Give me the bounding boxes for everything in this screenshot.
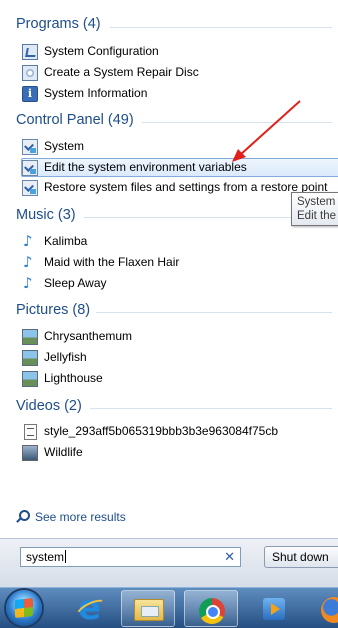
chrome-icon — [199, 598, 225, 624]
search-value: system — [26, 550, 65, 564]
music-file-icon — [22, 232, 38, 250]
result-item-restore-system-files[interactable]: Restore system files and settings from a… — [22, 178, 327, 197]
result-label: System — [44, 139, 85, 153]
search-input[interactable]: system — [26, 550, 67, 564]
video-file-icon — [22, 444, 38, 461]
firefox-icon — [321, 597, 338, 623]
control-panel-icon — [22, 159, 38, 176]
result-label: Jellyfish — [44, 350, 87, 364]
result-item-kalimba[interactable]: Kalimba — [22, 232, 87, 251]
result-label: Kalimba — [44, 234, 88, 248]
see-more-label: See more results — [35, 510, 126, 524]
system-information-icon — [22, 85, 38, 102]
result-item-sleep-away[interactable]: Sleep Away — [22, 274, 107, 293]
system-configuration-icon — [22, 43, 38, 60]
control-panel-icon — [22, 138, 38, 155]
picture-file-icon — [22, 370, 38, 387]
tooltip: System Edit the — [291, 192, 338, 226]
taskbar — [0, 587, 338, 628]
taskbar-windows-explorer[interactable] — [121, 590, 175, 627]
result-item-chrysanthemum[interactable]: Chrysanthemum — [22, 327, 132, 346]
taskbar-chrome[interactable] — [184, 590, 238, 627]
start-orb-icon[interactable] — [6, 590, 42, 626]
result-label: Create a System Repair Disc — [44, 65, 199, 79]
group-divider — [96, 312, 332, 313]
text-caret — [65, 550, 67, 563]
folder-icon — [134, 599, 164, 621]
taskbar-media-player[interactable] — [247, 590, 301, 627]
start-menu-bottom-bar: system ✕ Shut down — [0, 538, 338, 588]
group-divider — [90, 408, 332, 409]
see-more-results-link[interactable]: See more results — [15, 510, 126, 524]
result-label: style_293aff5b065319bbb3b3e963084f75cb — [44, 424, 278, 438]
result-item-create-system-repair-disc[interactable]: Create a System Repair Disc — [22, 63, 199, 82]
result-item-wildlife[interactable]: Wildlife — [22, 443, 83, 462]
music-file-icon — [22, 253, 38, 271]
result-label: System Information — [44, 86, 148, 100]
clear-search-icon[interactable]: ✕ — [224, 549, 235, 565]
result-label: Maid with the Flaxen Hair — [44, 255, 180, 269]
result-item-style-video[interactable]: style_293aff5b065319bbb3b3e963084f75cb — [22, 422, 278, 441]
result-item-system-configuration[interactable]: System Configuration — [22, 42, 159, 61]
group-divider — [110, 27, 332, 28]
result-label: Wildlife — [44, 445, 83, 459]
result-label: System Configuration — [44, 44, 159, 58]
result-item-lighthouse[interactable]: Lighthouse — [22, 369, 103, 388]
video-file-icon — [24, 423, 37, 440]
group-title-videos[interactable]: Videos (2) — [16, 398, 82, 414]
taskbar-internet-explorer[interactable] — [62, 588, 116, 628]
result-label: Restore system files and settings from a… — [44, 180, 328, 194]
result-item-maid-with-the-flaxen-hair[interactable]: Maid with the Flaxen Hair — [22, 253, 179, 272]
result-label: Sleep Away — [44, 276, 107, 290]
start-menu-search-results: Programs (4) System Configuration Create… — [0, 0, 338, 538]
media-player-icon — [263, 598, 285, 620]
result-label: Lighthouse — [44, 371, 103, 385]
start-search-box[interactable]: system ✕ — [20, 547, 241, 567]
control-panel-icon — [22, 179, 38, 196]
search-icon — [15, 510, 30, 524]
group-divider — [142, 122, 332, 123]
result-item-system[interactable]: System — [22, 137, 84, 156]
group-title-music[interactable]: Music (3) — [16, 207, 76, 223]
tooltip-line-1: System — [297, 196, 336, 208]
result-item-system-information[interactable]: System Information — [22, 84, 147, 103]
result-item-edit-environment-variables[interactable]: Edit the system environment variables — [21, 158, 338, 177]
group-title-pictures[interactable]: Pictures (8) — [16, 302, 90, 318]
result-item-jellyfish[interactable]: Jellyfish — [22, 348, 87, 367]
result-label: Chrysanthemum — [44, 329, 133, 343]
tooltip-line-2: Edit the — [297, 210, 336, 222]
shut-down-button[interactable]: Shut down — [264, 546, 338, 568]
result-label: Edit the system environment variables — [44, 160, 247, 174]
internet-explorer-icon — [77, 588, 103, 628]
picture-file-icon — [22, 328, 38, 345]
repair-disc-icon — [22, 64, 38, 81]
taskbar-firefox[interactable] — [306, 590, 338, 627]
music-file-icon — [22, 274, 38, 292]
group-title-programs[interactable]: Programs (4) — [16, 16, 101, 32]
picture-file-icon — [22, 349, 38, 366]
group-title-control-panel[interactable]: Control Panel (49) — [16, 112, 134, 128]
